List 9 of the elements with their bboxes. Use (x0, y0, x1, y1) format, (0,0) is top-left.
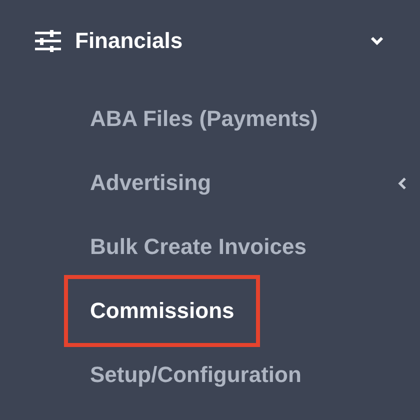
menu-item[interactable]: Bulk Create Invoices (90, 234, 398, 260)
menu-item[interactable]: Setup/Configuration (90, 362, 398, 388)
section-header[interactable]: Financials (75, 28, 370, 54)
menu-item[interactable]: Commissions (64, 275, 260, 347)
sliders-icon (35, 30, 61, 52)
menu-item[interactable]: ABA Files (Payments) (90, 106, 398, 132)
menu-item[interactable]: Advertising (90, 170, 398, 196)
chevron-left-icon[interactable] (398, 176, 407, 190)
chevron-down-icon[interactable] (370, 36, 384, 46)
